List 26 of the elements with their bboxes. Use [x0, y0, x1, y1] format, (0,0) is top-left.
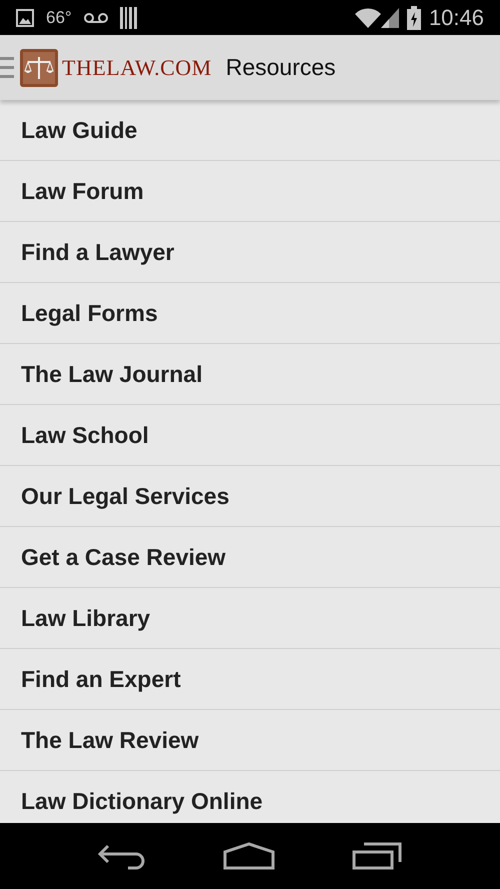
list-item[interactable]: The Law Review — [0, 710, 500, 771]
signal-icon — [380, 8, 399, 28]
list-item[interactable]: Get a Case Review — [0, 527, 500, 588]
list-item[interactable]: Find a Lawyer — [0, 222, 500, 283]
list-item[interactable]: Legal Forms — [0, 283, 500, 344]
list-item[interactable]: Law Forum — [0, 161, 500, 222]
scales-logo-icon[interactable] — [20, 48, 58, 86]
list-item[interactable]: Law Library — [0, 588, 500, 649]
image-icon — [16, 8, 34, 26]
list-item[interactable]: Find an Expert — [0, 649, 500, 710]
screen-title: Resources — [226, 53, 336, 82]
recent-apps-icon[interactable] — [352, 842, 402, 870]
voicemail-icon — [84, 12, 108, 24]
list-item[interactable]: Our Legal Services — [0, 466, 500, 527]
logo-text: THELAW.COM — [62, 54, 212, 82]
clock-text: 10:46 — [428, 4, 484, 32]
list-item[interactable]: The Law Journal — [0, 344, 500, 405]
barcode-icon — [120, 6, 138, 28]
back-icon[interactable] — [98, 842, 146, 870]
list-item[interactable]: Law Guide — [0, 100, 500, 161]
battery-icon — [406, 6, 421, 30]
wifi-icon — [354, 8, 381, 28]
home-icon[interactable] — [222, 842, 275, 870]
list-item[interactable]: Law School — [0, 405, 500, 466]
temperature-text: 66° — [46, 6, 72, 29]
menu-icon[interactable] — [0, 56, 14, 78]
